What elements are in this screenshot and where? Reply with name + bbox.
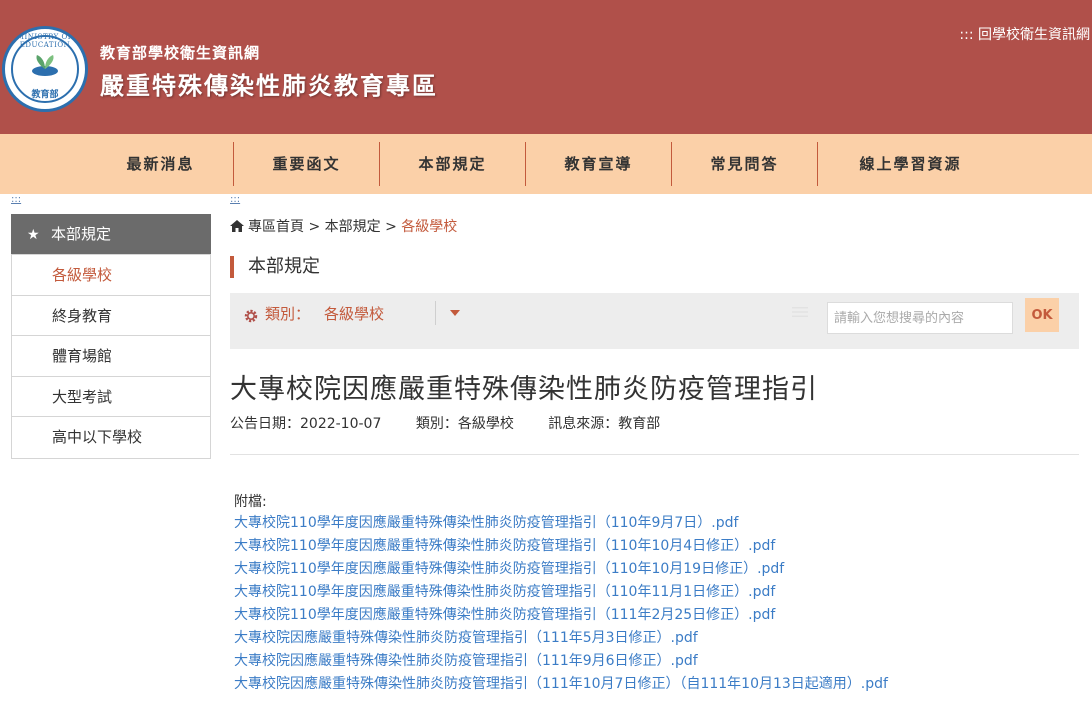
attachment-link[interactable]: 大專校院110學年度因應嚴重特殊傳染性肺炎防疫管理指引（110年10月19日修正… [234, 561, 784, 577]
section-title: 本部規定 [230, 256, 320, 278]
sidebar-item-high-school-below[interactable]: 高中以下學校 [12, 417, 210, 458]
category-filter-label: 類別： [265, 305, 311, 323]
sidebar-item-sports-venues[interactable]: 體育場館 [12, 336, 210, 377]
category-filter-value[interactable]: 各級學校 [324, 303, 384, 324]
menu-lines-icon [792, 307, 808, 317]
sidebar-item-major-exams[interactable]: 大型考試 [12, 376, 210, 417]
list-item: 大專校院110學年度因應嚴重特殊傳染性肺炎防疫管理指引（110年10月4日修正）… [234, 535, 888, 558]
attachment-link[interactable]: 大專校院因應嚴重特殊傳染性肺炎防疫管理指引（111年5月3日修正）.pdf [234, 630, 698, 646]
list-item: 大專校院110學年度因應嚴重特殊傳染性肺炎防疫管理指引（111年2月25日修正）… [234, 604, 888, 627]
site-header: MINISTRY OF EDUCATION 教育部 教育部學校衛生資訊網 嚴重特… [0, 0, 1092, 134]
main-nav: 最新消息 重要函文 本部規定 教育宣導 常見問答 線上學習資源 [0, 134, 1092, 194]
publish-date: 公告日期：2022-10-07 [230, 416, 382, 432]
logo-seal-text: 教育部 [31, 90, 59, 100]
breadcrumb-current: 各級學校 [401, 219, 458, 235]
nav-item-regulations[interactable]: 本部規定 [380, 142, 525, 186]
attachment-link[interactable]: 大專校院110學年度因應嚴重特殊傳染性肺炎防疫管理指引（110年9月7日）.pd… [234, 515, 738, 531]
breadcrumb: 專區首頁 > 本部規定 > 各級學校 [230, 216, 457, 236]
attachments-list: 大專校院110學年度因應嚴重特殊傳染性肺炎防疫管理指引（110年9月7日）.pd… [234, 512, 888, 696]
breadcrumb-separator: > [308, 219, 321, 235]
breadcrumb-regulations[interactable]: 本部規定 [325, 219, 381, 235]
attachments-label: 附檔: [234, 494, 267, 510]
nav-item-education-promotion[interactable]: 教育宣導 [526, 142, 671, 186]
list-item: 大專校院因應嚴重特殊傳染性肺炎防疫管理指引（111年9月6日修正）.pdf [234, 650, 888, 673]
article-title: 大專校院因應嚴重特殊傳染性肺炎防疫管理指引 [230, 374, 818, 405]
chevron-down-icon[interactable] [450, 310, 460, 316]
home-icon [230, 220, 244, 232]
attachment-link[interactable]: 大專校院110學年度因應嚴重特殊傳染性肺炎防疫管理指引（110年11月1日修正）… [234, 584, 775, 600]
nav-item-latest-news[interactable]: 最新消息 [88, 142, 233, 186]
sidebar-heading-label: 本部規定 [51, 225, 112, 243]
site-title: 嚴重特殊傳染性肺炎教育專區 [100, 71, 438, 100]
nav-item-online-learning[interactable]: 線上學習資源 [818, 142, 1003, 186]
search-input[interactable] [827, 302, 1013, 334]
breadcrumb-home[interactable]: 專區首頁 [248, 219, 304, 235]
site-subtitle: 教育部學校衛生資訊網 [100, 44, 261, 62]
back-to-school-health-link[interactable]: ::: 回學校衛生資訊網 [959, 24, 1090, 44]
list-item: 大專校院因應嚴重特殊傳染性肺炎防疫管理指引（111年10月7日修正）（自111年… [234, 673, 888, 696]
filter-bar: 類別： 各級學校 OK [230, 293, 1079, 349]
nav-item-faq[interactable]: 常見問答 [672, 142, 817, 186]
star-icon: ★ [27, 227, 40, 243]
nav-item-important-letters[interactable]: 重要函文 [234, 142, 379, 186]
sidebar-item-lifelong-education[interactable]: 終身教育 [12, 295, 210, 336]
list-item: 大專校院110學年度因應嚴重特殊傳染性肺炎防疫管理指引（110年11月1日修正）… [234, 581, 888, 604]
sidebar-menu: 各級學校 終身教育 體育場館 大型考試 高中以下學校 [11, 254, 211, 459]
article-meta: 公告日期：2022-10-07 類別：各級學校 訊息來源：教育部 [230, 413, 690, 433]
article-category: 類別：各級學校 [415, 416, 514, 432]
sidebar-heading: ★ 本部規定 [11, 214, 211, 254]
search-ok-button[interactable]: OK [1025, 298, 1059, 332]
gear-icon [244, 309, 258, 323]
content-divider [230, 454, 1079, 455]
ministry-logo[interactable]: MINISTRY OF EDUCATION 教育部 [2, 26, 88, 112]
accesskey-left[interactable]: ::: [11, 194, 21, 205]
sprout-icon [32, 55, 58, 76]
list-item: 大專校院因應嚴重特殊傳染性肺炎防疫管理指引（111年5月3日修正）.pdf [234, 627, 888, 650]
attachment-link[interactable]: 大專校院110學年度因應嚴重特殊傳染性肺炎防疫管理指引（111年2月25日修正）… [234, 607, 775, 623]
attachment-link[interactable]: 大專校院因應嚴重特殊傳染性肺炎防疫管理指引（111年9月6日修正）.pdf [234, 653, 698, 669]
breadcrumb-separator: > [385, 219, 397, 235]
list-item: 大專校院110學年度因應嚴重特殊傳染性肺炎防疫管理指引（110年10月19日修正… [234, 558, 888, 581]
logo-ring-text: MINISTRY OF EDUCATION [16, 33, 74, 49]
list-item: 大專校院110學年度因應嚴重特殊傳染性肺炎防疫管理指引（110年9月7日）.pd… [234, 512, 888, 535]
attachment-link[interactable]: 大專校院110學年度因應嚴重特殊傳染性肺炎防疫管理指引（110年10月4日修正）… [234, 538, 775, 554]
attachment-link[interactable]: 大專校院因應嚴重特殊傳染性肺炎防疫管理指引（111年10月7日修正）（自111年… [234, 676, 888, 692]
filter-divider [435, 301, 436, 325]
accesskey-center[interactable]: ::: [230, 194, 240, 205]
sidebar-item-all-schools[interactable]: 各級學校 [12, 255, 210, 296]
article-source: 訊息來源：教育部 [548, 416, 661, 432]
